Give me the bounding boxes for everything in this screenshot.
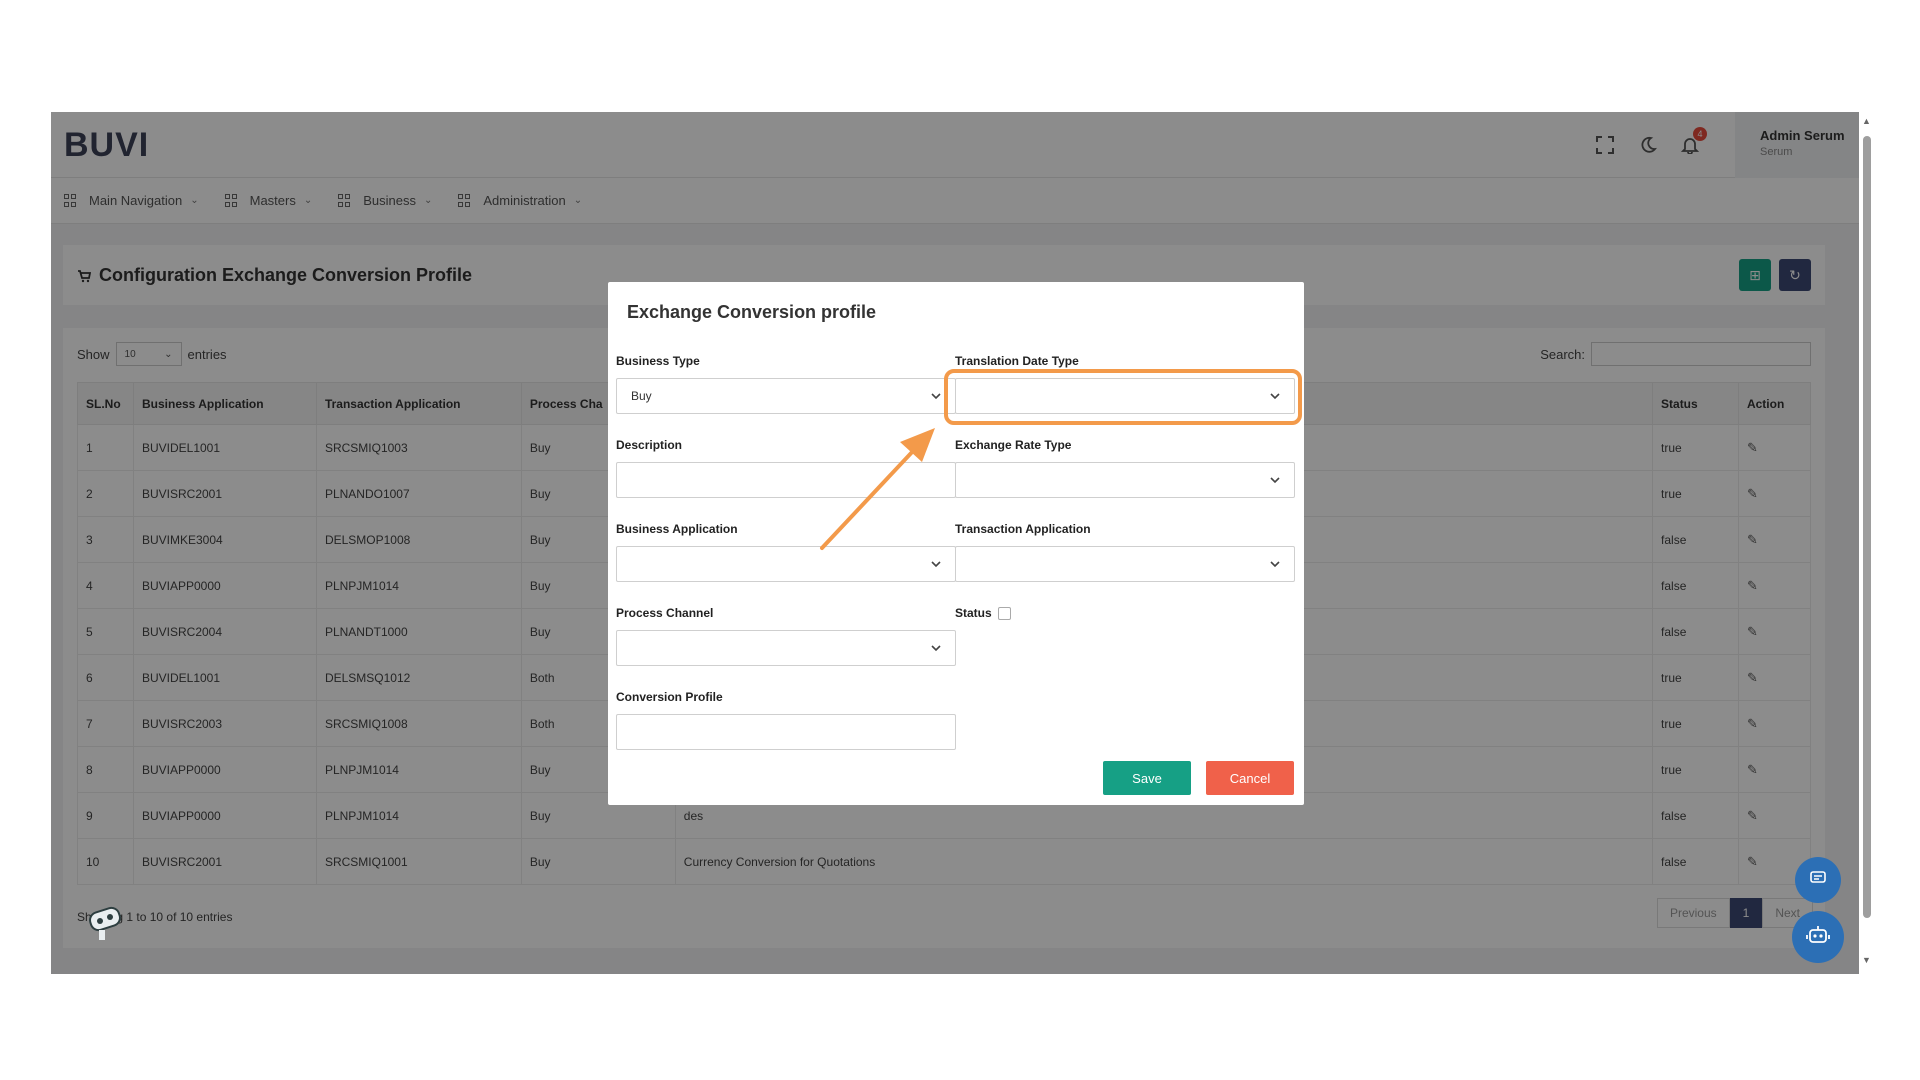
description-label: Description <box>616 438 683 452</box>
scroll-up-icon[interactable]: ▲ <box>1862 116 1871 126</box>
chevron-down-icon <box>931 393 941 400</box>
business-type-select[interactable]: Buy <box>616 378 956 414</box>
scroll-down-icon[interactable]: ▼ <box>1862 955 1871 965</box>
exchange-rate-type-label: Exchange Rate Type <box>955 438 1072 452</box>
chevron-down-icon <box>1270 561 1280 568</box>
field-highlight-box <box>944 369 1302 425</box>
save-button[interactable]: Save <box>1103 761 1191 795</box>
business-application-select[interactable] <box>616 546 956 582</box>
exchange-conversion-modal: Exchange Conversion profile Business Typ… <box>608 282 1304 805</box>
chevron-down-icon <box>931 561 941 568</box>
assistant-bot-button[interactable] <box>1792 911 1844 963</box>
business-application-label: Business Application <box>616 522 738 536</box>
mascot-icon[interactable] <box>84 902 126 944</box>
chat-button[interactable] <box>1795 857 1841 903</box>
transaction-application-label: Transaction Application <box>955 522 1091 536</box>
cancel-button[interactable]: Cancel <box>1206 761 1294 795</box>
robot-icon <box>1806 924 1830 951</box>
page-scrollbar[interactable]: ▲ ▼ <box>1859 112 1875 974</box>
process-channel-select[interactable] <box>616 630 956 666</box>
status-checkbox[interactable] <box>998 607 1011 620</box>
conversion-profile-input[interactable] <box>616 714 956 750</box>
description-input[interactable] <box>616 462 956 498</box>
translation-date-type-label: Translation Date Type <box>955 354 1079 368</box>
chevron-down-icon <box>931 645 941 652</box>
process-channel-label: Process Channel <box>616 606 714 620</box>
modal-title: Exchange Conversion profile <box>627 302 877 322</box>
chevron-down-icon <box>1270 477 1280 484</box>
business-type-value: Buy <box>631 389 652 403</box>
scrollbar-thumb[interactable] <box>1863 136 1871 918</box>
chat-icon <box>1809 869 1827 892</box>
business-type-label: Business Type <box>616 354 700 368</box>
transaction-application-select[interactable] <box>955 546 1295 582</box>
exchange-rate-type-select[interactable] <box>955 462 1295 498</box>
conversion-profile-label: Conversion Profile <box>616 690 723 704</box>
status-label: Status <box>955 606 992 620</box>
